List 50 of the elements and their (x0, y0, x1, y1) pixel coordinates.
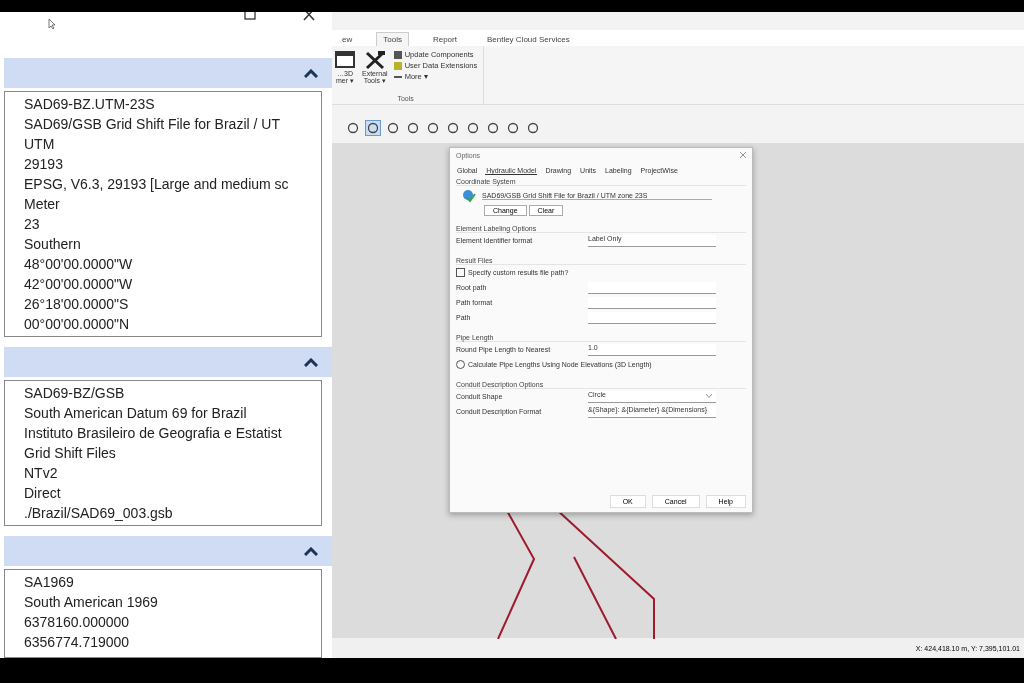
property-value: SA1969 (24, 573, 75, 592)
property-value: 6378160.000000 (24, 613, 131, 632)
input-field[interactable] (588, 311, 716, 324)
map-tool-icon[interactable] (346, 121, 360, 135)
checkbox[interactable] (456, 268, 465, 277)
map-tool-icon[interactable] (466, 121, 480, 135)
map-tool-icon[interactable] (406, 121, 420, 135)
property-value: South American 1969 (24, 593, 159, 612)
property-value: 23 (24, 215, 41, 234)
property-value: NTv2 (24, 464, 59, 483)
property-value: Instituto Brasileiro de Geografia e Estatist (24, 424, 283, 443)
property-value: Direct (24, 484, 62, 503)
input-field[interactable] (588, 296, 716, 309)
ribbon-tab[interactable]: Report (426, 33, 463, 46)
maximize-icon[interactable] (244, 12, 256, 20)
map-tool-icon[interactable] (386, 121, 400, 135)
map-tool-icon[interactable] (446, 121, 460, 135)
input-field[interactable] (588, 281, 716, 294)
property-value: ./Brazil/SAD69_003.gsb (24, 504, 174, 523)
property-value: Meter (24, 195, 61, 214)
map-tool-icon[interactable] (526, 121, 540, 135)
ribbon-tab[interactable]: Tools (376, 32, 409, 46)
cursor-icon (48, 18, 56, 30)
property-value: 6356774.719000 (24, 633, 131, 652)
property-value: Southern (24, 235, 82, 254)
property-value: 29193 (24, 155, 64, 174)
chevron-icon[interactable] (304, 357, 318, 367)
tools-icon (363, 50, 386, 70)
chevron-icon[interactable] (304, 546, 318, 556)
property-value: Grid Shift Files (24, 444, 117, 463)
property-value: EPSG, V6.3, 29193 [Large and medium sc (24, 175, 290, 194)
property-value: South American Datum 69 for Brazil (24, 404, 248, 423)
property-value: 00°00'00.0000"N (24, 315, 131, 334)
map-tool-icon[interactable] (486, 121, 500, 135)
property-value: UTM (24, 135, 56, 154)
close-icon[interactable] (302, 12, 316, 22)
property-value: SAD69-BZ.UTM-23S (24, 95, 156, 114)
property-value: 26°18'00.0000"S (24, 295, 130, 314)
ribbon-tab[interactable]: ew (336, 33, 359, 46)
ribbon-tab[interactable]: Bentley Cloud Services (480, 33, 576, 46)
property-value: 48°00'00.0000"W (24, 255, 134, 274)
property-value: 42°00'00.0000"W (24, 275, 134, 294)
dropdown-caret-icon[interactable] (706, 394, 712, 398)
chevron-icon[interactable] (304, 68, 318, 78)
property-value: SAD69-BZ/GSB (24, 384, 126, 403)
property-value: SAD69/GSB Grid Shift File for Brazil / UT (24, 115, 281, 134)
map-tool-icon[interactable] (366, 121, 380, 135)
map-tool-icon[interactable] (426, 121, 440, 135)
map-tool-icon[interactable] (506, 121, 520, 135)
globe-check-icon (462, 189, 476, 203)
